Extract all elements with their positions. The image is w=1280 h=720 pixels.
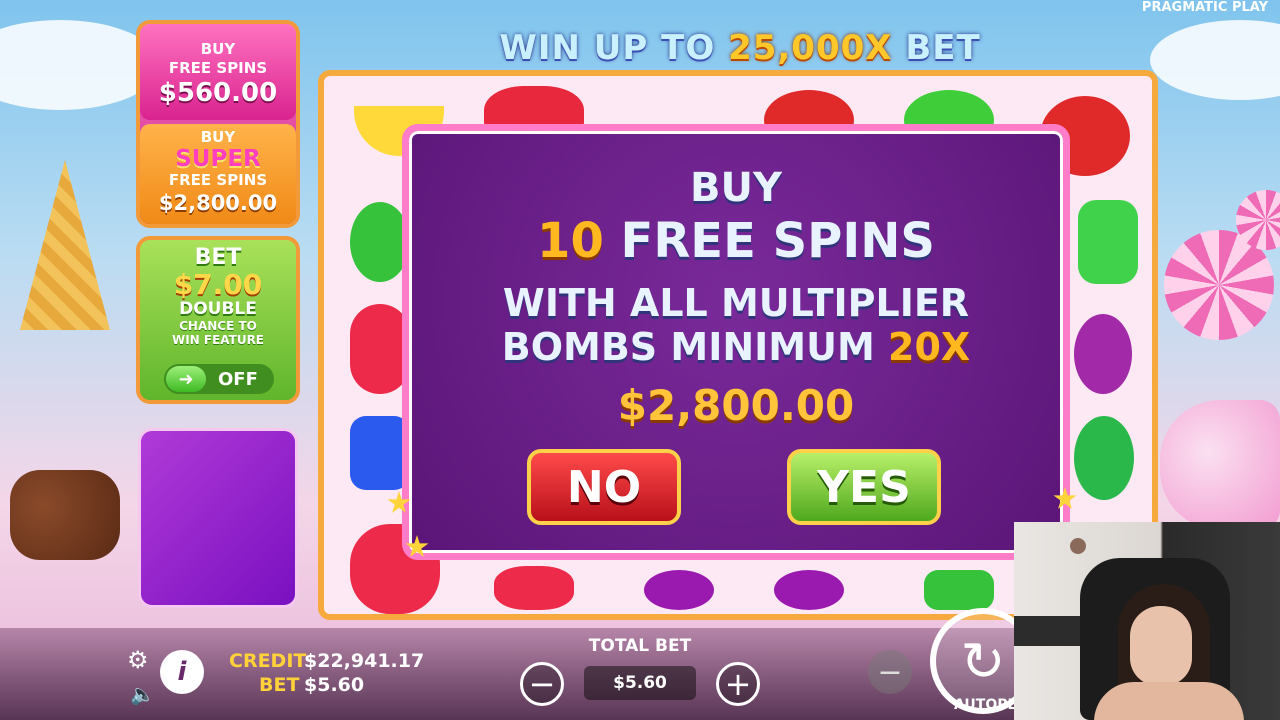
- credit-value: $22,941.17: [304, 650, 425, 672]
- wall-decoration: [1070, 538, 1086, 554]
- green-square-symbol: [924, 570, 994, 610]
- streamer-shoulders: [1094, 682, 1244, 720]
- info-button[interactable]: i: [160, 650, 204, 694]
- green-candy-symbol: [350, 202, 410, 282]
- credit-label: CREDIT: [229, 650, 307, 672]
- arrow-right-icon: ➜: [166, 366, 206, 392]
- gear-icon[interactable]: ⚙: [127, 646, 149, 674]
- total-bet-label: TOTAL BET: [588, 636, 692, 656]
- plum-symbol: [774, 570, 844, 610]
- total-bet-value: $5.60: [584, 666, 696, 700]
- ante-bet-desc1: CHANCE TO: [179, 319, 257, 333]
- plum-symbol: [644, 570, 714, 610]
- webcam-overlay: [1014, 522, 1280, 720]
- brand-logo: PRAGMATIC PLAY: [1141, 0, 1268, 15]
- multiplier-panel: [138, 428, 298, 608]
- buy-free-spins-price: $560.00: [158, 78, 278, 108]
- no-button[interactable]: NO: [527, 449, 681, 525]
- buy-free-spins-line2: FREE SPINS: [168, 59, 268, 77]
- ice-cream-cone-decoration: [20, 160, 110, 330]
- chocolate-decoration: [10, 470, 120, 560]
- buy-super-line3: FREE SPINS: [168, 171, 268, 189]
- dialog-line-multiplier: WITH ALL MULTIPLIER: [502, 281, 970, 325]
- cloud-decoration: [1150, 20, 1280, 100]
- heart-symbol: [350, 304, 410, 394]
- buy-super-free-spins-button[interactable]: BUY SUPER FREE SPINS $2,800.00: [140, 124, 296, 224]
- ante-bet-toggle[interactable]: ➜ OFF: [164, 364, 274, 394]
- increase-bet-button[interactable]: +: [716, 662, 760, 706]
- bet-label: BET: [259, 674, 300, 696]
- cream-swirl-decoration: [1160, 400, 1280, 530]
- ante-bet-panel: BET $7.00 DOUBLE CHANCE TO WIN FEATURE ➜…: [136, 236, 300, 404]
- buy-feature-dialog: BUY 10 FREE SPINS WITH ALL MULTIPLIER BO…: [387, 124, 1077, 560]
- watermelon-symbol: [1074, 416, 1134, 500]
- bet-value: $5.60: [304, 674, 365, 696]
- ante-bet-toggle-state: OFF: [218, 368, 258, 390]
- ante-bet-double: DOUBLE: [179, 299, 257, 319]
- buy-super-line1: BUY: [200, 128, 236, 146]
- banner-prefix: WIN UP TO: [499, 28, 729, 68]
- ante-bet-price: $7.00: [173, 268, 263, 301]
- streamer-face: [1130, 606, 1192, 686]
- plum-symbol: [1074, 314, 1132, 394]
- dialog-line-bombs: BOMBS MINIMUM 20X: [409, 325, 1063, 369]
- yes-button[interactable]: YES: [787, 449, 941, 525]
- banner-amount: 25,000X: [728, 28, 893, 68]
- dialog-line-buy: BUY: [690, 165, 782, 211]
- dialog-spin-text: FREE SPINS: [603, 213, 935, 269]
- buy-super-price: $2,800.00: [158, 191, 278, 215]
- dialog-bombs-mult: 20X: [888, 325, 971, 369]
- decrease-bet-button[interactable]: −: [520, 662, 564, 706]
- buy-free-spins-line1: BUY: [200, 40, 236, 58]
- green-square-symbol: [1078, 200, 1138, 284]
- ante-bet-title: BET: [194, 245, 242, 270]
- buy-super-line2: SUPER: [175, 146, 261, 172]
- heart-symbol: [494, 566, 574, 610]
- desk: [1014, 616, 1084, 646]
- turbo-button[interactable]: −: [868, 650, 912, 694]
- dialog-spin-count: 10: [537, 213, 604, 269]
- banner-suffix: BET: [892, 28, 981, 68]
- dialog-line-free-spins: 10 FREE SPINS: [409, 213, 1063, 269]
- buy-free-spins-button[interactable]: BUY FREE SPINS $560.00: [140, 24, 296, 120]
- win-banner: WIN UP TO 25,000X BET: [490, 28, 990, 72]
- star-icon: [405, 535, 429, 557]
- dialog-bombs-text: BOMBS MINIMUM: [501, 325, 889, 369]
- blue-candy-symbol: [350, 416, 410, 490]
- ante-bet-desc2: WIN FEATURE: [171, 333, 265, 347]
- speaker-icon[interactable]: 🔈: [130, 682, 155, 706]
- dialog-price: $2,800.00: [617, 381, 855, 430]
